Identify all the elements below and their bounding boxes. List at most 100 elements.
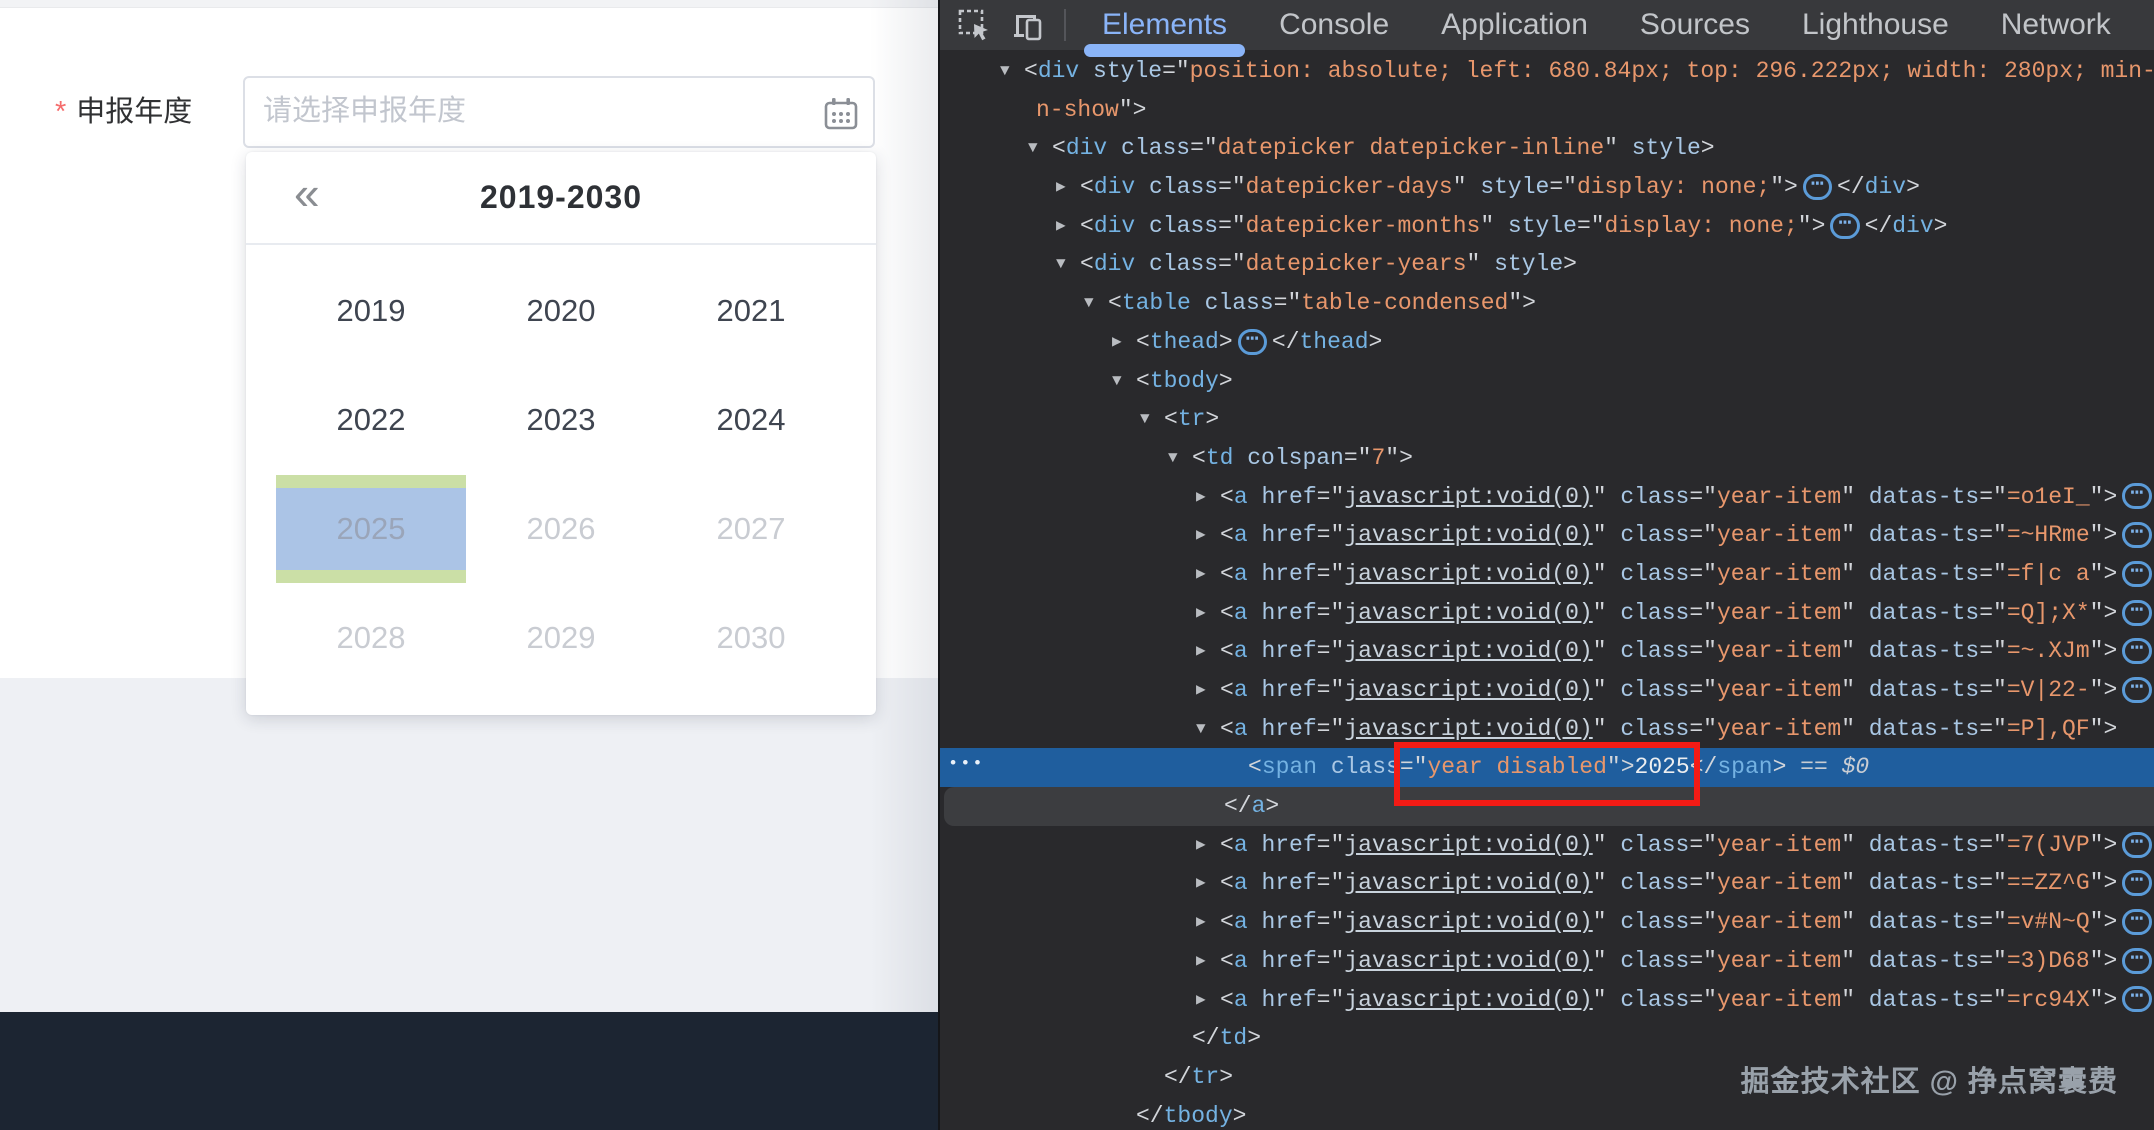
ellipsis-expand-badge[interactable]: ⋯	[2122, 947, 2152, 974]
code-line[interactable]: ••• <span class="year disabled">2025</spa…	[940, 742, 2154, 807]
code-line[interactable]: ▶ <a href="javascript:void(0)" class="yea…	[940, 478, 2154, 517]
expand-arrow-icon[interactable]: ▶	[1196, 981, 1206, 1020]
collapse-arrow-icon[interactable]: ▼	[1168, 439, 1178, 478]
code-line[interactable]: n-show">	[940, 91, 2154, 130]
devtools-tabs: Elements Console Application Sources Lightho…	[1076, 0, 2154, 57]
ellipsis-expand-badge[interactable]: ⋯	[2122, 831, 2152, 858]
code-line[interactable]: ▶ <a href="javascript:void(0)" class="yea…	[940, 942, 2154, 981]
expand-arrow-icon[interactable]: ▶	[1196, 516, 1206, 555]
code-line[interactable]: ▼ <tr>	[940, 400, 2154, 439]
year-cell-2020[interactable]: 2020	[466, 257, 656, 365]
ellipsis-expand-badge[interactable]: ⋯	[2122, 986, 2152, 1013]
code-line-content: <a href="javascript:void(0)" class="year…	[1220, 903, 2154, 942]
calendar-icon[interactable]	[821, 94, 861, 134]
tab-network[interactable]: Network	[1975, 0, 2137, 50]
code-line[interactable]: </tbody>	[940, 1097, 2154, 1130]
ellipsis-expand-badge[interactable]: ⋯	[1830, 212, 1860, 239]
year-cell-2022[interactable]: 2022	[276, 366, 466, 474]
expand-arrow-icon[interactable]: ▶	[1196, 594, 1206, 633]
code-line[interactable]: ▼ <div class="datepicker datepicker-inlin…	[940, 129, 2154, 168]
ellipsis-expand-badge[interactable]: ⋯	[2122, 909, 2152, 936]
code-line[interactable]: ▼ <td colspan="7">	[940, 439, 2154, 478]
code-line[interactable]: ▶ <a href="javascript:void(0)" class="yea…	[940, 864, 2154, 903]
device-toolbar-icon[interactable]	[1010, 7, 1046, 43]
code-line-content: <table class="table-condensed">	[1108, 290, 1536, 317]
code-line[interactable]: ▶ <a href="javascript:void(0)" class="yea…	[940, 632, 2154, 671]
ellipsis-expand-badge[interactable]: ⋯	[2122, 599, 2152, 626]
collapse-arrow-icon[interactable]: ▼	[1056, 245, 1066, 284]
expand-arrow-icon[interactable]: ▶	[1196, 478, 1206, 517]
code-line[interactable]: ▶ <thead> ⋯ </thead>	[940, 323, 2154, 362]
expand-arrow-icon[interactable]: ▶	[1196, 942, 1206, 981]
ellipsis-expand-badge[interactable]: ⋯	[2122, 870, 2152, 897]
page-top-strip	[0, 0, 938, 8]
declare-year-label: 申报年度	[76, 96, 193, 128]
code-line-content: <div class="datepicker datepicker-inline…	[1052, 135, 1715, 162]
inspect-element-icon[interactable]	[956, 7, 992, 43]
code-line[interactable]: ▼ <div style="position: absolute; left: 6…	[940, 52, 2154, 91]
year-range-title[interactable]: 2019-2030	[246, 152, 876, 243]
collapse-arrow-icon[interactable]: ▼	[1084, 284, 1094, 323]
year-cell-2024[interactable]: 2024	[656, 366, 846, 474]
code-line[interactable]: ▶ <a href="javascript:void(0)" class="yea…	[940, 981, 2154, 1020]
year-cell-2023[interactable]: 2023	[466, 366, 656, 474]
year-cell-2028: 2028	[336, 620, 406, 655]
ellipsis-expand-badge[interactable]: ⋯	[2122, 483, 2152, 510]
code-line[interactable]: ▼ <div class="datepicker-years" style>	[940, 245, 2154, 284]
page-content-background	[0, 678, 938, 1012]
collapse-arrow-icon[interactable]: ▼	[1140, 400, 1150, 439]
code-line[interactable]: ▶ <div class="datepicker-months" style="d…	[940, 207, 2154, 246]
expand-arrow-icon[interactable]: ▶	[1196, 632, 1206, 671]
tab-console[interactable]: Console	[1253, 0, 1415, 50]
expand-arrow-icon[interactable]: ▶	[1112, 323, 1122, 362]
ellipsis-expand-badge[interactable]: ⋯	[1802, 173, 1833, 200]
collapse-arrow-icon[interactable]: ▼	[1000, 52, 1010, 91]
toolbar-separator	[1064, 9, 1066, 41]
year-cell-2019[interactable]: 2019	[276, 257, 466, 365]
code-line[interactable]: </td>	[940, 1019, 2154, 1058]
ellipsis-expand-badge[interactable]: ⋯	[2122, 522, 2152, 549]
code-line-content: <a href="javascript:void(0)" class="year…	[1220, 516, 2154, 555]
code-line[interactable]: ▶ <a href="javascript:void(0)" class="yea…	[940, 516, 2154, 555]
code-line[interactable]: ▶ <a href="javascript:void(0)" class="yea…	[940, 826, 2154, 865]
tab-lighthouse[interactable]: Lighthouse	[1776, 0, 1975, 50]
selected-node-menu-dots[interactable]: •••	[948, 748, 985, 782]
tab-elements[interactable]: Elements	[1076, 0, 1253, 57]
collapse-arrow-icon[interactable]: ▼	[1196, 710, 1206, 749]
expand-arrow-icon[interactable]: ▶	[1196, 671, 1206, 710]
ellipsis-expand-badge[interactable]: ⋯	[1237, 328, 1267, 355]
year-input[interactable]: 请选择申报年度	[243, 76, 875, 148]
code-line-content: <span class="year disabled">2025</span> …	[1248, 742, 1869, 807]
code-line[interactable]: ▶ <div class="datepicker-days" style="dis…	[940, 168, 2154, 207]
ellipsis-expand-badge[interactable]: ⋯	[2122, 638, 2152, 665]
web-page-pane: * 申报年度 请选择申报年度 « 2019-2030 2019 2020 2021 20…	[0, 0, 938, 1130]
expand-arrow-icon[interactable]: ▶	[1196, 903, 1206, 942]
expand-arrow-icon[interactable]: ▶	[1196, 864, 1206, 903]
code-line[interactable]: ▼ <tbody>	[940, 362, 2154, 401]
code-line-content: <a href="javascript:void(0)" class="year…	[1220, 671, 2154, 710]
expand-arrow-icon[interactable]: ▶	[1056, 207, 1066, 246]
collapse-arrow-icon[interactable]: ▼	[1112, 362, 1122, 401]
collapse-arrow-icon[interactable]: ▼	[1028, 129, 1038, 168]
code-line[interactable]: ▶ <a href="javascript:void(0)" class="yea…	[940, 671, 2154, 710]
year-cell-2030: 2030	[716, 620, 786, 655]
code-line-content: <a href="javascript:void(0)" class="year…	[1220, 632, 2154, 671]
tab-application[interactable]: Application	[1415, 0, 1614, 50]
code-line[interactable]: ▶ <a href="javascript:void(0)" class="yea…	[940, 555, 2154, 594]
ellipsis-expand-badge[interactable]: ⋯	[2122, 560, 2152, 587]
year-cell-2021[interactable]: 2021	[656, 257, 846, 365]
code-line[interactable]: ▶ <a href="javascript:void(0)" class="yea…	[940, 594, 2154, 633]
prev-decade-button[interactable]: «	[294, 148, 320, 239]
tab-sources[interactable]: Sources	[1614, 0, 1776, 50]
expand-arrow-icon[interactable]: ▶	[1196, 826, 1206, 865]
ellipsis-expand-badge[interactable]: ⋯	[2122, 676, 2152, 703]
expand-arrow-icon[interactable]: ▶	[1196, 555, 1206, 594]
code-line[interactable]: ▼ <table class="table-condensed">	[940, 284, 2154, 323]
code-line-content: <a href="javascript:void(0)" class="year…	[1220, 826, 2154, 865]
year-cell-2027: 2027	[716, 511, 786, 546]
expand-arrow-icon[interactable]: ▶	[1056, 168, 1066, 207]
code-line-content: n-show">	[1036, 96, 1147, 123]
red-annotation-box	[1394, 742, 1700, 807]
code-line[interactable]: ▶ <a href="javascript:void(0)" class="yea…	[940, 903, 2154, 942]
tab-me[interactable]: Me	[2137, 0, 2154, 50]
